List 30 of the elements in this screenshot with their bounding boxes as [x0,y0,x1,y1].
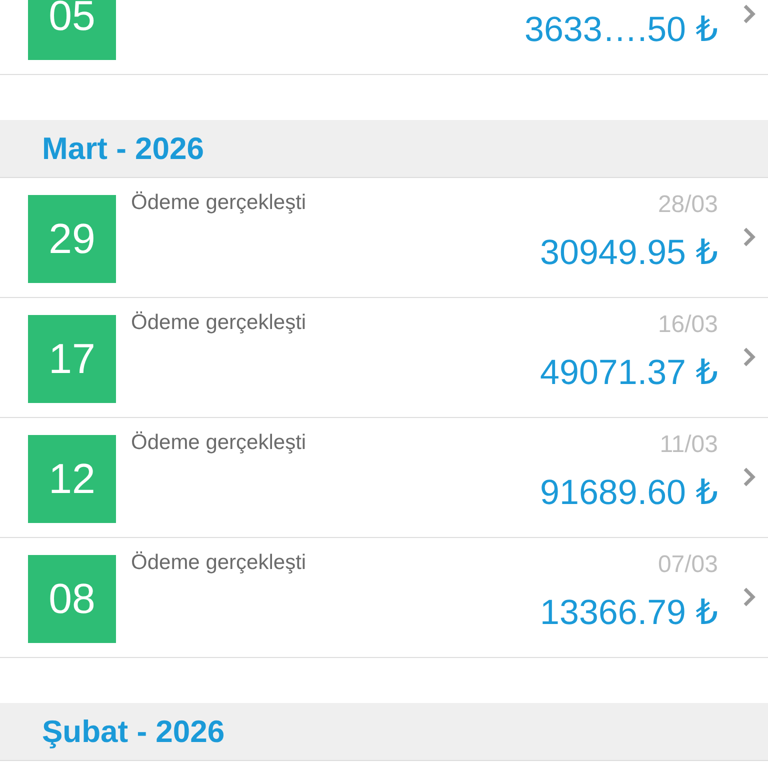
payment-status: Ödeme gerçekleşti [131,311,306,335]
payment-row[interactable]: 29 Ödeme gerçekleşti 28/03 30949.95 ₺ [0,178,768,298]
chevron-right-icon [742,346,756,368]
day-badge: 12 [28,435,116,523]
payment-status: Ödeme gerçekleşti [131,551,306,575]
payment-row[interactable]: 12 Ödeme gerçekleşti 11/03 91689.60 ₺ [0,418,768,538]
payment-status: Ödeme gerçekleşti [131,191,306,215]
payment-row[interactable]: 08 Ödeme gerçekleşti 07/03 13366.79 ₺ [0,538,768,658]
payment-amount: 91689.60 ₺ [540,473,718,513]
day-badge: 29 [28,195,116,283]
day-badge: 05 [28,0,116,60]
payment-date: 11/03 [660,431,718,459]
chevron-right-icon [742,226,756,248]
payment-date: 16/03 [658,311,718,339]
chevron-right-icon [742,466,756,488]
day-badge: 17 [28,315,116,403]
payment-amount: 3633….50 ₺ [524,10,718,50]
payment-amount: 30949.95 ₺ [540,233,718,273]
payment-amount: 49071.37 ₺ [540,353,718,393]
payment-row[interactable]: 17 Ödeme gerçekleşti 16/03 49071.37 ₺ [0,298,768,418]
payment-date: 07/03 [658,551,718,579]
chevron-right-icon [742,3,756,25]
chevron-right-icon [742,586,756,608]
month-title: Mart - 2026 [42,130,204,166]
payment-row[interactable]: 05 3633….50 ₺ [0,0,768,75]
payment-amount: 13366.79 ₺ [540,593,718,633]
month-title: Şubat - 2026 [42,714,225,750]
payment-date: 28/03 [658,191,718,219]
payment-status: Ödeme gerçekleşti [131,431,306,455]
day-badge: 08 [28,555,116,643]
